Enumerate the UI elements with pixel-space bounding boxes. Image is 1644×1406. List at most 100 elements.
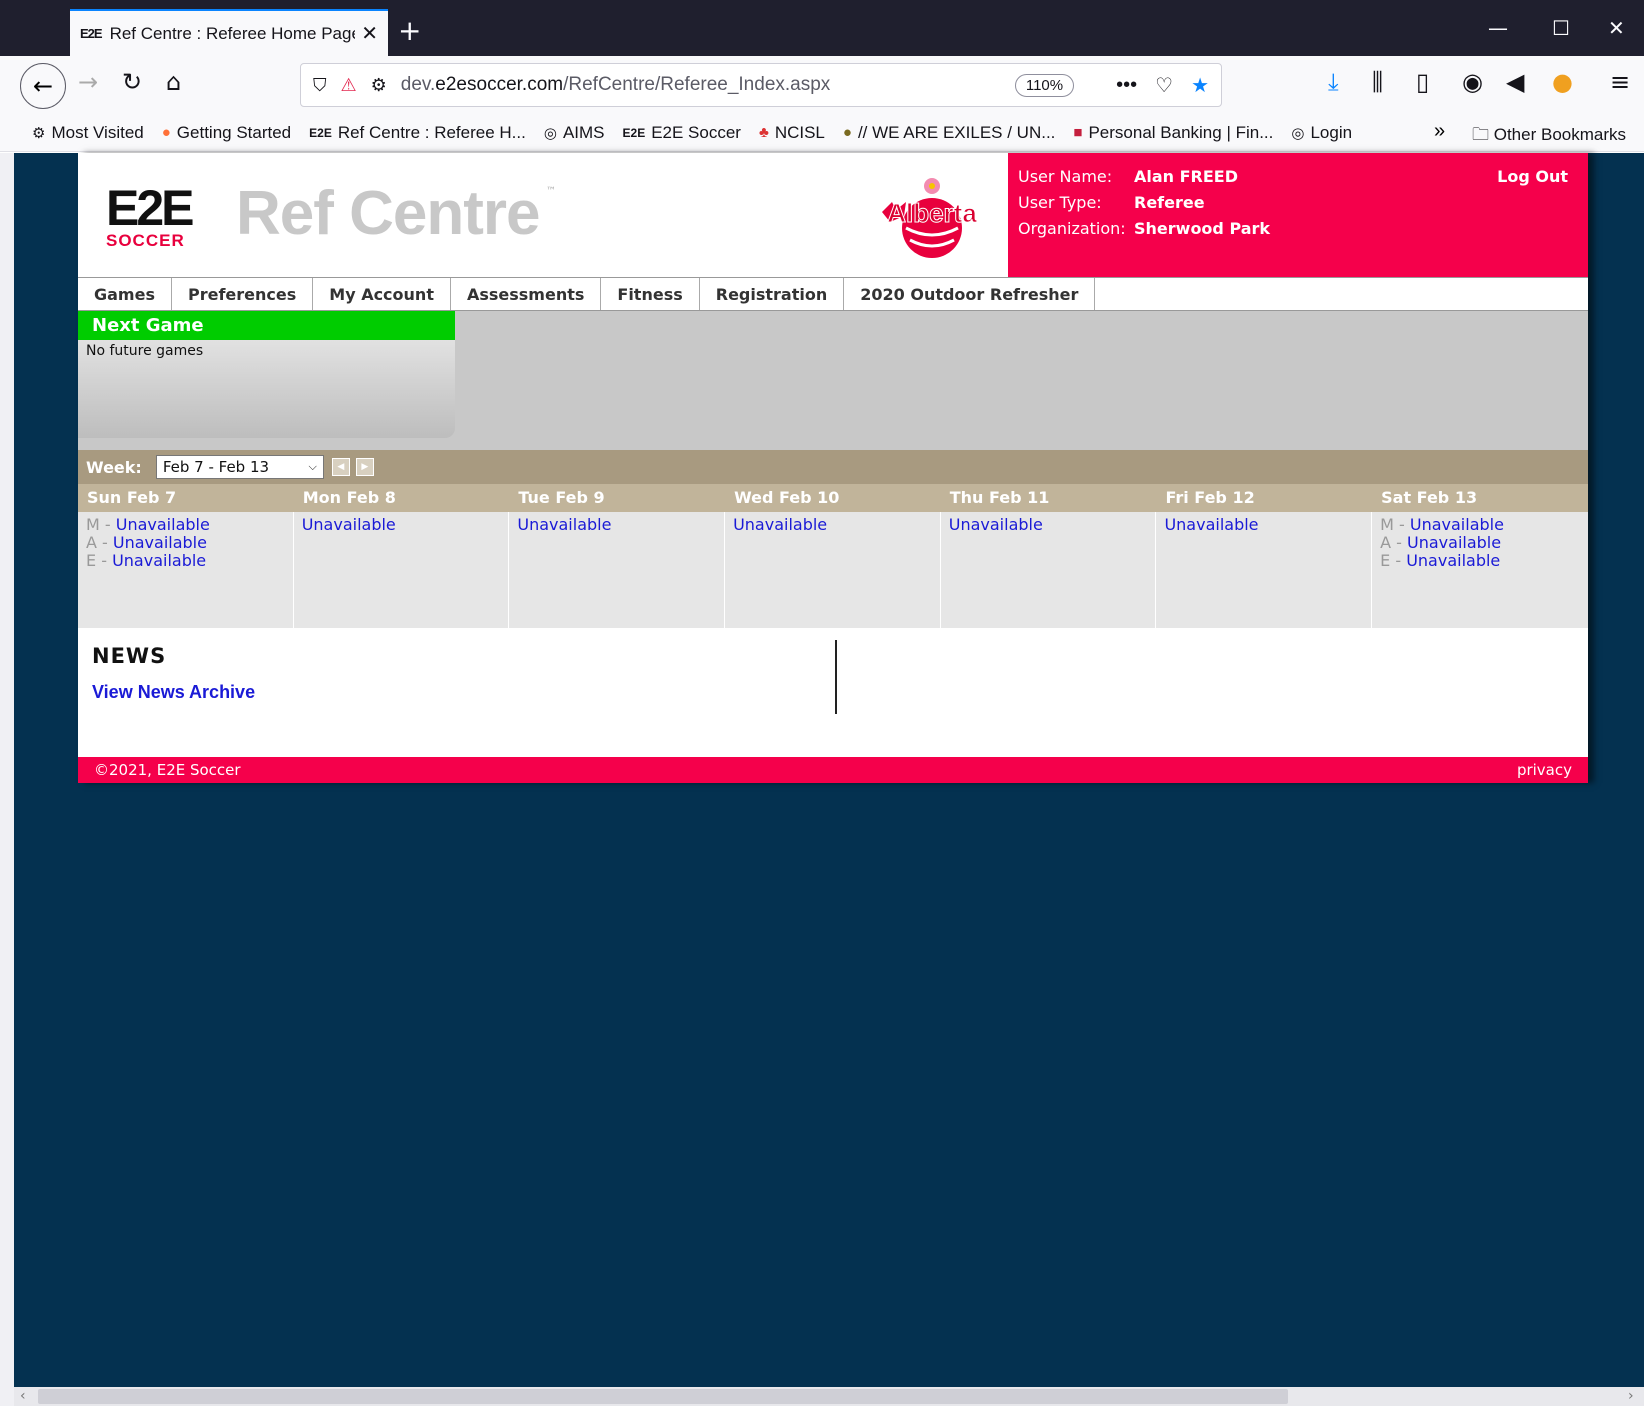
folder-icon: 🗀 [1472,125,1494,144]
slot-prefix: E - [1380,551,1407,570]
library-icon[interactable]: ⫼ [1372,68,1383,96]
ncisl-icon: ♣ [758,124,769,141]
day-header: Sun Feb 7 [87,488,177,507]
previous-week-button[interactable]: ◀ [331,458,350,476]
main-menu: Games Preferences My Account Assessments… [78,277,1588,311]
firefox-icon: ● [161,124,171,141]
extension-icon[interactable]: ● [1552,68,1573,96]
more-bookmarks-icon[interactable]: » [1434,120,1445,143]
bookmark-item[interactable]: ⚙ Most Visited [32,123,144,143]
scroll-right-icon[interactable]: › [1628,1388,1634,1404]
day-cell: Unavailable [725,512,941,628]
availability-link[interactable]: Unavailable [116,515,210,534]
availability-link[interactable]: Unavailable [949,515,1043,534]
logout-button[interactable]: Log Out [1497,167,1568,186]
menu-fitness[interactable]: Fitness [601,278,700,310]
next-week-button[interactable]: ▶ [355,458,374,476]
user-type: Referee [1134,193,1205,212]
arrow-left-icon: ◀ [337,462,345,472]
cibc-icon: ■ [1073,124,1083,141]
bookmark-item[interactable]: ◎ Login [1291,123,1352,143]
pocket-icon[interactable]: ♡ [1155,73,1173,98]
speaker-icon[interactable]: ◀ [1506,68,1524,96]
minimize-icon[interactable]: — [1488,16,1508,40]
day-cell: Unavailable [1156,512,1373,628]
browser-tab[interactable]: E2E Ref Centre : Referee Home Page ✕ [70,9,388,56]
slot-prefix: A - [86,533,113,552]
availability-link[interactable]: Unavailable [302,515,396,534]
availability-link[interactable]: Unavailable [1406,551,1500,570]
e2e-favicon-icon: E2E [80,26,103,41]
bookmark-item[interactable]: ● Getting Started [162,123,291,143]
e2e-icon: E2E [309,125,332,140]
bookmark-item[interactable]: E2E Ref Centre : Referee H... [309,123,526,143]
account-icon[interactable]: ◉ [1462,68,1483,96]
permissions-icon[interactable]: ⚙ [371,75,387,96]
url-bar[interactable]: ⛉ ⚠ ⚙ dev.e2esoccer.com/RefCentre/Refere… [300,63,1222,107]
bookmark-item[interactable]: ●// WE ARE EXILES / UN... [843,123,1056,143]
trademark: ™ [546,186,556,197]
availability-link[interactable]: Unavailable [517,515,611,534]
ref-centre-title: Ref Centre [236,179,541,248]
other-bookmarks-folder[interactable]: 🗀 Other Bookmarks [1472,122,1626,151]
maximize-icon[interactable]: ☐ [1552,16,1570,40]
menu-my-account[interactable]: My Account [313,278,451,310]
day-headers: Sun Feb 7 Mon Feb 8 Tue Feb 9 Wed Feb 10… [78,484,1588,512]
week-select[interactable]: Feb 7 - Feb 13 ⌵ [155,455,324,479]
user-type-label: User Type: [1018,193,1102,212]
organization: Sherwood Park [1134,219,1271,238]
view-news-archive-link[interactable]: View News Archive [92,682,255,703]
bookmark-item[interactable]: ◎ AIMS [544,123,605,143]
scroll-left-icon[interactable]: ‹ [20,1388,26,1404]
e2e-icon: E2E [622,125,646,140]
alberta-soccer-logo: Alberta [882,178,978,258]
bookmark-item[interactable]: ■ Personal Banking | Fin... [1073,123,1273,143]
reload-icon[interactable]: ↻ [122,68,142,96]
downloads-icon[interactable]: ⤓ [1328,68,1339,96]
page-left-edge [0,153,14,1406]
menu-assessments[interactable]: Assessments [451,278,602,310]
home-icon[interactable]: ⌂ [166,68,181,96]
availability-link[interactable]: Unavailable [112,551,206,570]
day-cell: M - Unavailable A - Unavailable E - Unav… [78,512,294,628]
shield-icon[interactable]: ⛉ [313,75,327,96]
bookmark-item[interactable]: E2E E2E Soccer [623,123,741,143]
availability-link[interactable]: Unavailable [1410,515,1504,534]
forward-icon[interactable]: → [78,68,98,96]
more-actions-icon[interactable]: ••• [1116,74,1137,97]
availability-link[interactable]: Unavailable [113,533,207,552]
hamburger-menu-icon[interactable]: ≡ [1610,68,1630,96]
bookmark-item[interactable]: ♣ NCISL [759,123,825,143]
insecure-lock-icon[interactable]: ⚠ [341,75,357,96]
e2e-soccer-logo[interactable]: E2E SOCCER [106,183,218,254]
user-name-label: User Name: [1018,167,1113,186]
day-header: Mon Feb 8 [302,488,396,507]
privacy-link[interactable]: privacy [1517,757,1572,783]
day-cell: Unavailable [940,512,1157,628]
back-icon[interactable]: ← [20,63,66,109]
menu-games[interactable]: Games [78,278,172,310]
scrollbar-thumb[interactable] [38,1389,1288,1404]
news-divider [835,640,837,714]
user-info-panel: User Name: Alan FREED User Type: Referee… [1008,153,1588,277]
new-tab-icon[interactable]: + [398,14,421,47]
day-header: Fri Feb 12 [1165,488,1255,507]
availability-link[interactable]: Unavailable [1164,515,1258,534]
svg-text:Alberta: Alberta [887,198,977,228]
menu-preferences[interactable]: Preferences [172,278,314,310]
sidebar-icon[interactable]: ▯ [1416,68,1429,96]
day-header: Sat Feb 13 [1381,488,1478,507]
gear-icon: ⚙ [32,124,46,142]
close-window-icon[interactable]: ✕ [1608,16,1625,40]
menu-registration[interactable]: Registration [700,278,845,310]
bookmark-star-icon[interactable]: ★ [1191,73,1209,98]
url-text[interactable]: dev.e2esoccer.com/RefCentre/Referee_Inde… [401,74,1015,96]
close-tab-icon[interactable]: ✕ [361,21,378,46]
copyright: ©2021, E2E Soccer [94,761,241,779]
availability-link[interactable]: Unavailable [733,515,827,534]
availability-link[interactable]: Unavailable [1407,533,1501,552]
zoom-level[interactable]: 110% [1014,73,1075,97]
menu-outdoor-refresher[interactable]: 2020 Outdoor Refresher [844,278,1096,310]
day-cell: Unavailable [509,512,726,628]
next-game-text: No future games [86,343,204,359]
